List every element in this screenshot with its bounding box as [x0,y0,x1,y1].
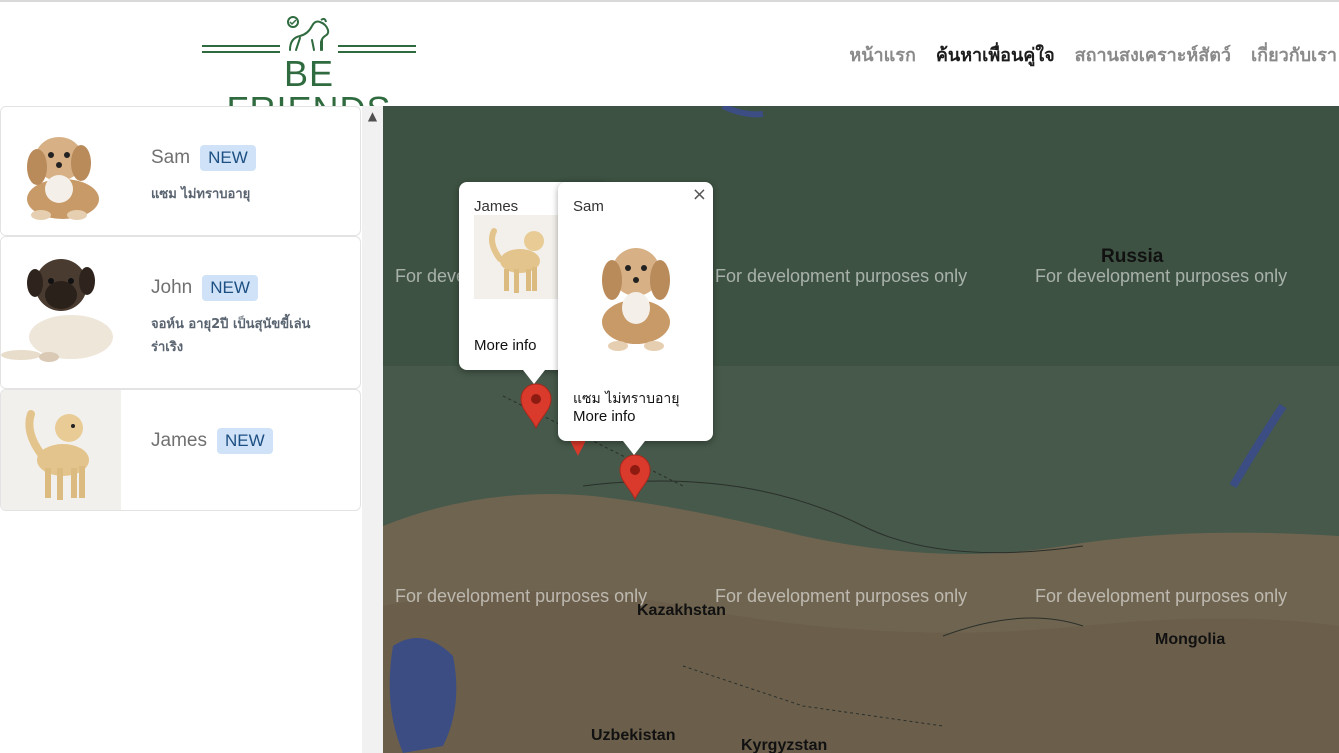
pet-list-sidebar: Sam NEW แซม ไม่ทราบอายุ John NEW จอห์น อาย… [0,106,383,753]
map-label-kazakhstan: Kazakhstan [637,602,726,619]
pet-name: John [151,277,193,299]
map-label-mongolia: Mongolia [1155,631,1226,648]
dog-photo-icon [584,222,688,358]
pet-name: James [151,430,207,452]
site-header: BE FRIENDS หน้าแรก ค้นหาเพื่อนคู่ใจ สถาน… [0,2,1339,128]
dog-photo-icon [474,215,558,299]
pet-name: Sam [151,147,191,169]
map-watermark: For development purposes only [715,266,968,286]
new-badge: NEW [216,428,273,454]
map-label-uzbekistan: Uzbekistan [591,727,676,744]
map-watermark: For development purposes only [715,586,968,606]
dog-photo-icon [1,390,121,510]
info-window-description: แซม ไม่ทราบอายุ [573,391,680,407]
info-window-pointer [523,370,545,384]
info-window-title: James [474,198,519,215]
sidebar-scrollbar[interactable] [362,106,383,753]
main-nav: หน้าแรก ค้นหาเพื่อนคู่ใจ สถานสงเคราะห์สั… [849,40,1337,69]
info-window-title: Sam [573,198,604,215]
more-info-link[interactable]: More info [474,337,537,354]
dog-photo-icon [1,107,121,235]
dog-photo-icon [1,237,121,388]
map-watermark: For development purposes only [1035,266,1288,286]
brand-logo[interactable]: BE FRIENDS [200,14,418,128]
map-label-russia: Russia [1101,246,1164,267]
dog-logo-icon [202,16,416,56]
nav-find-pet[interactable]: ค้นหาเพื่อนคู่ใจ [936,40,1055,69]
new-badge: NEW [202,275,258,301]
pet-card-sam[interactable]: Sam NEW แซม ไม่ทราบอายุ [0,106,361,236]
info-window-sam[interactable]: Sam × แซม ไม่ทราบอายุ More info [558,182,713,455]
map-label-kyrgyzstan: Kyrgyzstan [741,737,828,753]
pet-card-james[interactable]: James NEW [0,389,361,511]
map-marker-icon[interactable] [618,454,652,500]
pet-card-john[interactable]: John NEW จอห์น อายุ2ปี เป็นสุนัขขี้เล่น ร… [0,236,361,389]
nav-about[interactable]: เกี่ยวกับเรา [1251,40,1337,69]
map-watermark: For development purposes only [1035,586,1288,606]
pet-description: จอห์น อายุ2ปี เป็นสุนัขขี้เล่น ร่าเริง [151,317,311,355]
close-icon[interactable]: × [692,184,707,205]
scroll-up-icon[interactable]: ▲ [362,106,383,126]
nav-home[interactable]: หน้าแรก [849,40,915,69]
map-marker-icon[interactable] [519,383,553,429]
more-info-link[interactable]: More info [573,408,636,425]
nav-shelters[interactable]: สถานสงเคราะห์สัตว์ [1075,40,1231,69]
pet-description: แซม ไม่ทราบอายุ [151,187,251,202]
map-view[interactable]: For development purposes only For develo… [383,106,1339,753]
map-watermark: For development purposes only [395,586,648,606]
new-badge: NEW [200,145,256,171]
info-window-pointer [623,441,645,455]
